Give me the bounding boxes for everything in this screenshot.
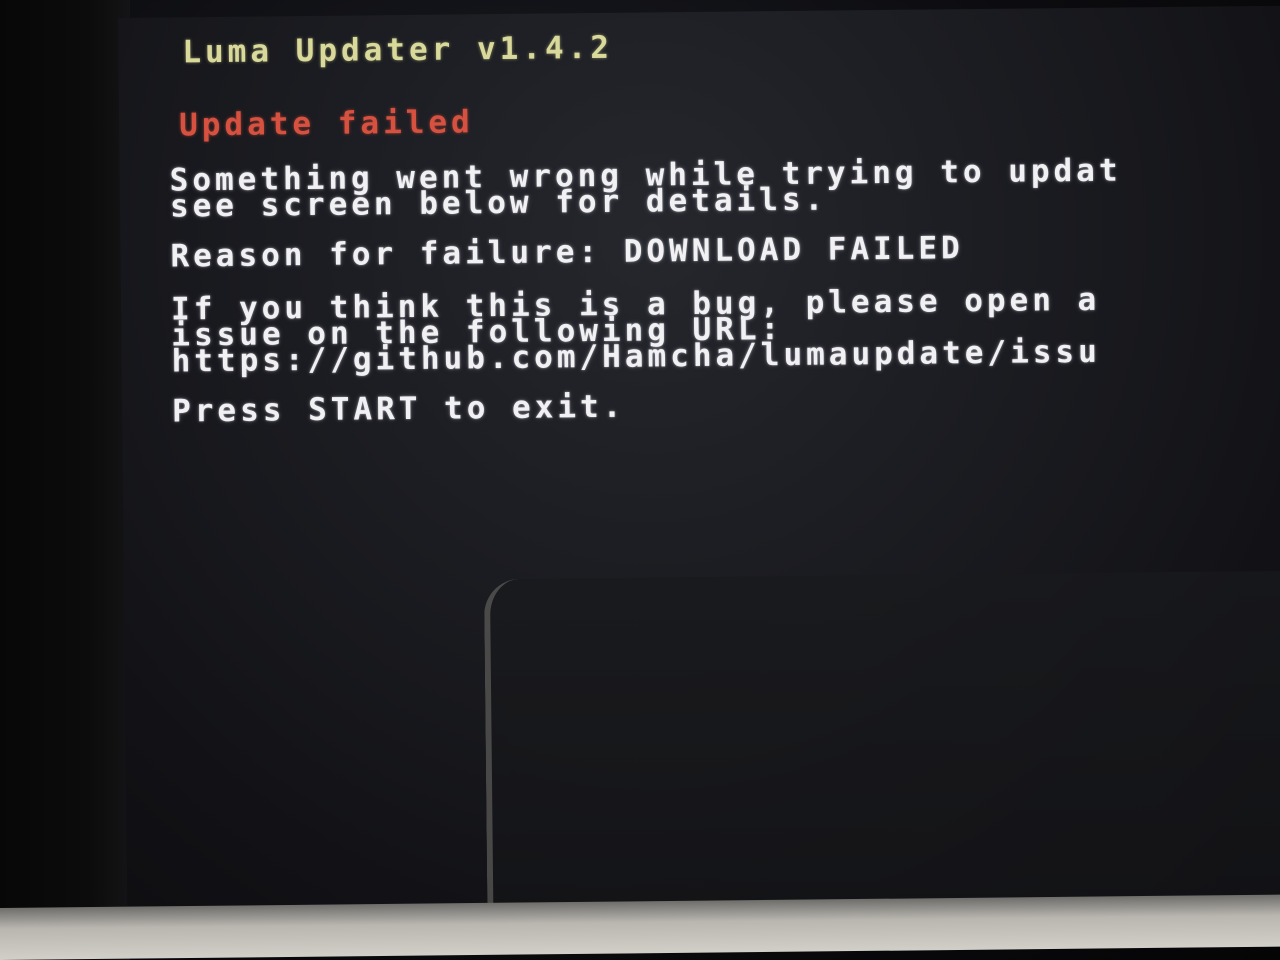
console-output: Luma Updater v1.4.2 Update failed Someth… xyxy=(168,28,1124,430)
glass-reflection xyxy=(483,569,1280,908)
photo-frame: Luma Updater v1.4.2 Update failed Someth… xyxy=(0,0,1280,960)
failure-reason: Reason for failure: DOWNLOAD FAILED xyxy=(170,230,964,275)
device-screen: Luma Updater v1.4.2 Update failed Someth… xyxy=(118,5,1280,908)
issue-url: https://github.com/Hamcha/lumaupdate/iss… xyxy=(171,333,1101,380)
bug-report-notice: If you think this is a bug, please open … xyxy=(171,282,1124,380)
app-title: Luma Updater v1.4.2 xyxy=(182,29,614,71)
error-heading: Update failed xyxy=(178,104,474,144)
device-bezel-left xyxy=(0,0,130,960)
error-message: Something went wrong while trying to upd… xyxy=(170,153,1122,225)
exit-prompt: Press START to exit. xyxy=(171,388,626,430)
